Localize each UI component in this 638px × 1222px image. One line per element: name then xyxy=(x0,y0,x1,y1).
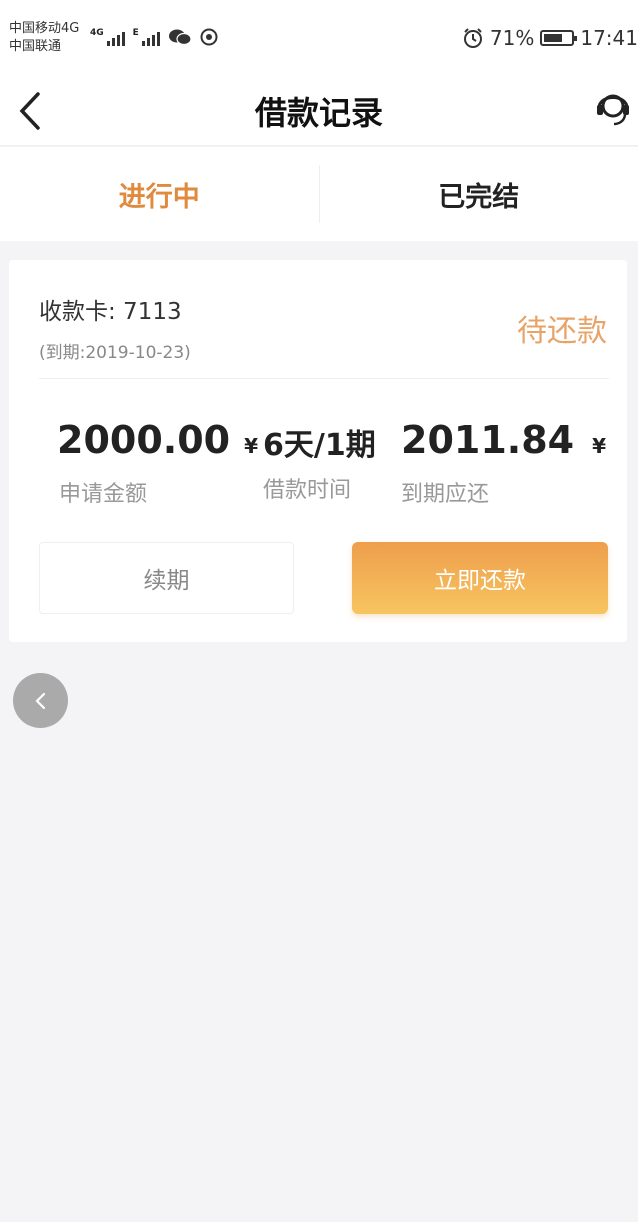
battery-icon xyxy=(540,30,578,46)
currency-symbol: ¥ xyxy=(244,434,258,458)
due-amount: 2011.84 ¥ xyxy=(401,418,606,462)
customer-service-icon[interactable] xyxy=(594,86,632,130)
loan-term-label: 借款时间 xyxy=(263,478,352,503)
carrier-info: 中国移动4G 中国联通 xyxy=(9,20,79,56)
receiving-card-label: 收款卡: 7113 xyxy=(39,299,182,325)
alarm-icon xyxy=(463,28,482,48)
signal-icon: E xyxy=(133,28,160,46)
due-amount-value: 2011.84 xyxy=(401,418,575,462)
status-right: 71% 17:41 xyxy=(462,26,638,50)
loan-term-value: 6天/1期 xyxy=(263,428,376,463)
network-type-2: E xyxy=(132,28,139,38)
network-type-1: 4G xyxy=(90,28,104,38)
chevron-left-icon xyxy=(34,692,45,709)
currency-symbol: ¥ xyxy=(592,434,606,458)
nav-bar: 借款记录 xyxy=(0,80,638,146)
status-badge: 待还款 xyxy=(517,314,607,349)
apply-amount: 2000.00 ¥ xyxy=(57,418,258,462)
page-title: 借款记录 xyxy=(254,94,383,132)
renew-button[interactable]: 续期 xyxy=(39,542,294,614)
wechat-icon xyxy=(168,29,192,46)
battery-percent: 71% xyxy=(489,26,535,50)
signal-icon: 4G xyxy=(90,28,125,46)
carrier-secondary: 中国联通 xyxy=(9,39,62,54)
signal-group: 4G E xyxy=(90,28,218,46)
due-date: (到期:2019-10-23) xyxy=(39,343,191,363)
card-divider xyxy=(39,378,609,379)
tab-completed[interactable]: 已完结 xyxy=(320,175,638,214)
app-icon xyxy=(200,28,218,46)
floating-back-button[interactable] xyxy=(13,673,68,728)
tab-bar: 进行中 已完结 xyxy=(0,147,638,241)
loan-record-card: 收款卡: 7113 (到期:2019-10-23) 待还款 2000.00 ¥ … xyxy=(9,260,627,642)
apply-amount-label: 申请金额 xyxy=(59,482,148,507)
repay-now-button[interactable]: 立即还款 xyxy=(352,542,608,614)
clock-time: 17:41 xyxy=(580,26,638,50)
status-bar: 中国移动4G 中国联通 4G E 71% 17:41 xyxy=(0,0,638,80)
tab-in-progress[interactable]: 进行中 xyxy=(0,175,319,214)
apply-amount-value: 2000.00 xyxy=(57,418,231,462)
due-amount-label: 到期应还 xyxy=(401,482,490,507)
carrier-primary: 中国移动4G xyxy=(9,21,80,36)
